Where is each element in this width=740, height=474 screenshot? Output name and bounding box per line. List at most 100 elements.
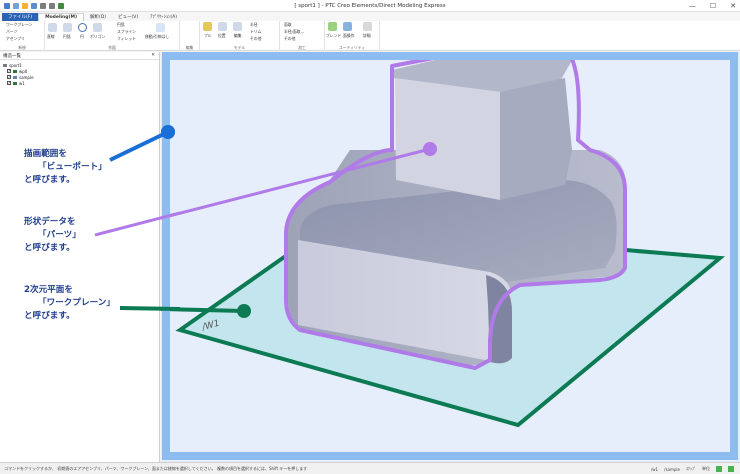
annotation-line: 「パーツ」 [38,230,81,240]
app-icon[interactable] [4,2,10,9]
trim-button[interactable]: トリム [250,29,261,35]
group-draw: 直線 円弧 円 ポリゴン 円弧 スプライン フィレット 移動/引伸ばし 作図 [45,21,180,51]
status-indicator-icon [716,466,722,472]
fillet-button[interactable]: フィレット [117,36,136,42]
machining-other-button[interactable]: その他 [284,36,295,42]
parts-marker [423,142,437,156]
customize-icon[interactable] [58,2,64,9]
position-icon[interactable] [218,22,227,31]
circle-icon[interactable] [78,23,87,32]
workplane-button[interactable]: ワークプレーン [6,22,32,28]
panel-header: 構造一覧 ✕ [0,52,159,60]
face-op-icon[interactable] [343,22,352,31]
panel-close-icon[interactable]: ✕ [151,53,155,58]
assembly-button[interactable]: アセンブリ [6,36,25,42]
circle-button[interactable]: 円 [80,34,84,40]
save-icon[interactable] [31,2,37,9]
status-units[interactable]: 単位 [702,466,710,472]
group-new: ワークプレーン パーツ アセンブリ 新規 [0,21,45,51]
redo-icon[interactable] [49,2,55,9]
maximize-button[interactable]: ☐ [710,2,716,10]
group-label-machining: 加工 [298,45,306,50]
part-icon [13,75,17,79]
annotation-line: 「ワークプレーン」 [38,298,115,308]
group-label-new: 新規 [18,45,26,50]
line-icon[interactable] [48,23,57,32]
details-button[interactable]: 詳細 [363,33,371,39]
visibility-checkbox[interactable]: ✓ [7,75,11,79]
quick-access-toolbar [0,2,64,9]
move-stretch-button[interactable]: 移動/引伸ばし [145,34,169,40]
group-utility: ブレンド 面操作 詳細 ユーティリティ [325,21,380,51]
move-stretch-icon[interactable] [156,23,165,32]
group-label-model: モデル [233,45,246,50]
workplane-icon [13,81,17,85]
tab-modeling[interactable]: Modeling(M) [38,13,85,21]
status-workplane[interactable]: /w1 [651,467,658,472]
panel-title: 構造一覧 [3,54,21,59]
radius-button[interactable]: 半径 [250,22,258,28]
annotation-workplane: 2次元平面を 「ワークプレーン」 と呼びます。 [24,284,115,323]
window-title: [ sport1 ] - PTC Creo Elements/Direct Mo… [294,3,446,9]
tree-item-label: sport1 [9,62,22,68]
spline-button[interactable]: スプライン [117,29,136,35]
tree-item-label: wp0 [19,68,28,74]
other-button[interactable]: その他 [250,36,261,42]
root-icon [3,63,7,67]
details-icon[interactable] [363,22,372,31]
new-icon[interactable] [13,2,19,9]
visibility-checkbox[interactable]: ✓ [7,69,11,73]
group-label-draw: 作図 [108,45,116,50]
status-snap[interactable]: ｽﾅｯﾌﾟ [686,466,696,472]
arc-icon[interactable] [63,23,72,32]
tab-application[interactable]: ｱﾌﾟﾘｹｰｼｮﾝ(A) [144,13,183,21]
face-op-button[interactable]: 面操作 [343,33,354,39]
group-model: プル 位置 編集 半径 トリム その他 モデル [200,21,280,51]
tab-analysis[interactable]: 解析(D) [84,13,112,21]
workplane-icon [13,69,17,73]
arc2-button[interactable]: 円弧 [117,22,125,28]
minimize-button[interactable]: — [689,2,696,10]
tab-file[interactable]: ファイル(F) [2,13,39,21]
position-button[interactable]: 位置 [218,33,226,39]
upper-block-front[interactable] [395,78,500,200]
viewport[interactable]: /W1 [161,52,740,462]
annotation-line: 2次元平面を [24,285,73,295]
arc-button[interactable]: 円弧 [63,34,71,40]
pull-icon[interactable] [203,22,212,31]
polygon-button[interactable]: ポリゴン [90,34,105,40]
blend-icon[interactable] [328,22,337,31]
edit-button[interactable]: 編集 [234,33,242,39]
blend-button[interactable]: ブレンド [326,33,341,39]
upper-block-side[interactable] [500,78,572,200]
line-button[interactable]: 直線 [47,34,55,40]
group-label-edit: 編集 [185,45,194,50]
open-icon[interactable] [22,2,28,9]
polygon-icon[interactable] [93,23,102,32]
title-bar: [ sport1 ] - PTC Creo Elements/Direct Mo… [0,0,740,12]
ribbon-tabs: ファイル(F) Modeling(M) 解析(D) ビュー(V) ｱﾌﾟﾘｹｰｼ… [0,12,740,21]
annotation-line: と呼びます。 [24,175,75,185]
edit-icon[interactable] [233,22,242,31]
part-button[interactable]: パーツ [6,29,17,35]
structure-tree: sport1 ✓ wp0 ✓ sample ✓ w1 [0,60,159,88]
group-machining: 面取 半径/面取... その他 加工 [280,21,325,51]
group-edit: 編集 [180,21,200,51]
annotation-line: 「ビューポート」 [38,162,107,172]
annotation-parts: 形状データを 「パーツ」 と呼びます。 [24,216,81,255]
undo-icon[interactable] [40,2,46,9]
visibility-checkbox[interactable]: ✓ [7,81,11,85]
tree-item[interactable]: ✓ w1 [3,80,156,86]
status-part[interactable]: /sample [664,467,680,472]
close-button[interactable]: ✕ [730,2,736,10]
annotation-line: 形状データを [24,217,76,227]
tab-view[interactable]: ビュー(V) [112,13,144,21]
pull-button[interactable]: プル [204,33,212,39]
viewport-marker [161,125,175,139]
radius-chamfer-button[interactable]: 半径/面取... [284,29,304,35]
chamfer-button[interactable]: 面取 [284,22,292,28]
annotation-line: 描画範囲を [24,149,67,159]
tree-item-label: w1 [19,80,25,86]
status-indicator-icon [728,466,734,472]
annotation-line: と呼びます。 [24,243,75,253]
